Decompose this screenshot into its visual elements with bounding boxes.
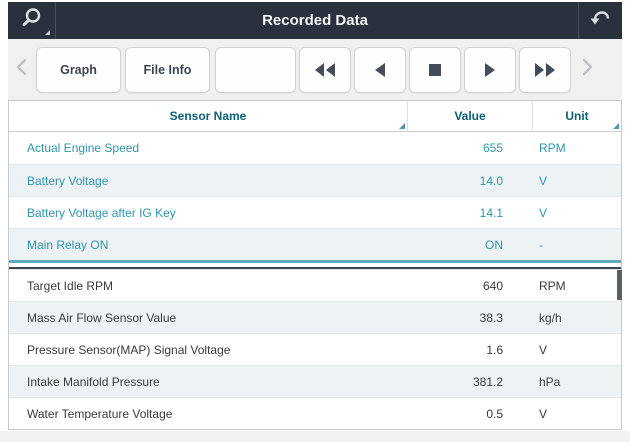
stop-icon [425,60,445,80]
sensor-unit-cell: V [533,206,621,220]
resize-indicator-icon [45,30,50,35]
sensor-unit-cell: kg/h [533,311,621,325]
column-header-sensor-name[interactable]: Sensor Name [9,101,408,131]
sensor-value-cell: 1.6 [408,343,533,357]
fast-forward-icon [533,60,557,80]
scroll-right-button[interactable] [577,47,597,93]
step-back-icon [370,60,390,80]
sensor-data-table: Sensor Name Value Unit Actual Engine Spe… [8,100,622,430]
play-icon [480,60,500,80]
file-info-button[interactable]: File Info [125,47,210,93]
sensor-name-cell: Main Relay ON [9,238,408,252]
table-row[interactable]: Target Idle RPM 640 RPM [9,269,621,301]
sensor-value-cell: 655 [408,141,533,155]
table-row[interactable]: Mass Air Flow Sensor Value 38.3 kg/h [9,301,621,333]
page-title: Recorded Data [8,2,622,39]
title-bar: Recorded Data [8,2,622,39]
bottom-margin [0,431,630,442]
back-button[interactable] [578,2,622,39]
table-row[interactable]: Battery Voltage after IG Key 14.1 V [9,196,621,228]
sensor-value-cell: 640 [408,279,533,293]
sensor-value-cell: 14.1 [408,206,533,220]
sensor-name-cell: Mass Air Flow Sensor Value [9,311,408,325]
sensor-unit-cell: V [533,174,621,188]
play-button[interactable] [464,47,516,93]
sensor-name-cell: Pressure Sensor(MAP) Signal Voltage [9,343,408,357]
sensor-name-cell: Actual Engine Speed [9,141,408,155]
chevron-right-icon [579,57,595,82]
stop-button[interactable] [409,47,461,93]
table-row[interactable]: Actual Engine Speed 655 RPM [9,132,621,164]
sensor-value-cell: 14.0 [408,174,533,188]
sensor-unit-cell: hPa [533,375,621,389]
sensor-unit-cell: V [533,407,621,421]
playback-toolbar: Graph File Info [8,39,622,100]
sensor-unit-cell: - [533,238,621,252]
sensor-unit-cell: RPM [533,279,621,293]
sensor-name-cell: Battery Voltage [9,174,408,188]
table-row[interactable]: Main Relay ON ON - [9,228,621,260]
sensor-unit-cell: V [533,343,621,357]
return-arrow-icon [588,5,614,36]
sensor-value-cell: 38.3 [408,311,533,325]
rewind-icon [313,60,337,80]
sensor-name-cell: Intake Manifold Pressure [9,375,408,389]
table-row[interactable]: Pressure Sensor(MAP) Signal Voltage 1.6 … [9,333,621,365]
empty-button[interactable] [215,47,296,93]
sensor-value-cell: 381.2 [408,375,533,389]
sensor-name-cell: Target Idle RPM [9,279,408,293]
scrollable-sensor-rows: Target Idle RPM 640 RPM Mass Air Flow Se… [9,267,621,429]
scroll-left-button[interactable] [12,47,32,93]
sensor-name-cell: Water Temperature Voltage [9,407,408,421]
magnifier-icon [19,5,45,36]
column-header-value[interactable]: Value [408,101,533,131]
table-header: Sensor Name Value Unit [9,101,621,132]
column-resize-indicator-icon [399,123,405,129]
table-row[interactable]: Water Temperature Voltage 0.5 V [9,397,621,429]
step-back-button[interactable] [354,47,406,93]
table-row[interactable]: Intake Manifold Pressure 381.2 hPa [9,365,621,397]
fast-forward-button[interactable] [519,47,571,93]
graph-button[interactable]: Graph [36,47,121,93]
column-resize-indicator-icon [613,123,619,129]
scrollbar-thumb[interactable] [617,270,622,300]
recorded-data-screen: Recorded Data Graph File Info [8,2,622,430]
sensor-value-cell: ON [408,238,533,252]
sensor-name-cell: Battery Voltage after IG Key [9,206,408,220]
chevron-left-icon [14,57,30,82]
pinned-sensor-rows: Actual Engine Speed 655 RPM Battery Volt… [9,132,621,263]
sensor-unit-cell: RPM [533,141,621,155]
column-header-unit[interactable]: Unit [533,101,621,131]
sensor-value-cell: 0.5 [408,407,533,421]
table-row[interactable]: Battery Voltage 14.0 V [9,164,621,196]
rewind-button[interactable] [299,47,351,93]
zoom-button[interactable] [8,2,56,39]
